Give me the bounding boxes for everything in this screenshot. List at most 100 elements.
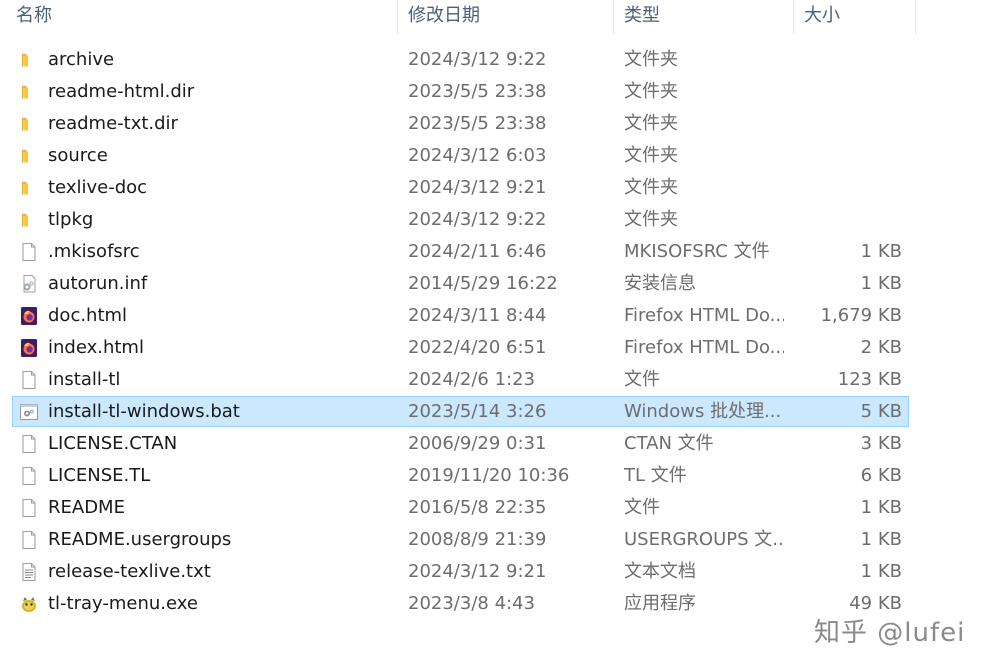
file-date-modified: 2024/3/12 9:22 — [408, 209, 547, 230]
file-size — [800, 172, 902, 204]
file-list-row[interactable]: release-texlive.txt 2024/3/12 9:21 文本文档 1 K… — [0, 556, 998, 588]
file-list-row[interactable]: archive 2024/3/12 9:22 文件夹 — [0, 44, 998, 76]
file-list-row[interactable]: LICENSE.CTAN 2006/9/29 0:31 CTAN 文件 3 KB — [0, 428, 998, 460]
file-size — [800, 44, 902, 76]
folder-icon — [19, 210, 39, 230]
setup-info-icon — [19, 274, 39, 294]
file-name: doc.html — [48, 305, 128, 326]
file-date-modified: 2008/8/9 21:39 — [408, 529, 547, 550]
file-name: readme-html.dir — [48, 81, 195, 102]
file-type: Windows 批处理... — [624, 401, 782, 422]
file-name: tl-tray-menu.exe — [48, 593, 198, 614]
column-header-name[interactable]: 名称 — [6, 0, 398, 34]
file-size: 1 KB — [860, 529, 902, 550]
file-type: MKISOFSRC 文件 — [624, 241, 770, 262]
column-header-date-modified[interactable]: 修改日期 — [398, 0, 614, 34]
file-date-modified: 2024/3/12 9:21 — [408, 177, 547, 198]
file-type: 文件夹 — [624, 177, 678, 198]
column-header-type[interactable]: 类型 — [614, 0, 794, 34]
folder-icon — [19, 82, 39, 102]
file-type: 文件夹 — [624, 113, 678, 134]
file-size: 1 KB — [860, 241, 902, 262]
file-size — [800, 108, 902, 140]
application-icon — [19, 594, 39, 614]
file-size: 1,679 KB — [820, 305, 902, 326]
file-type: CTAN 文件 — [624, 433, 714, 454]
column-header-size[interactable]: 大小 — [794, 0, 916, 34]
file-icon — [19, 370, 39, 390]
file-list-row[interactable]: README 2016/5/8 22:35 文件 1 KB — [0, 492, 998, 524]
file-size: 1 KB — [860, 561, 902, 582]
file-size — [800, 140, 902, 172]
column-header-bar: 名称 修改日期 类型 大小 — [0, 0, 916, 34]
file-name: .mkisofsrc — [48, 241, 140, 262]
file-type: Firefox HTML Do... — [624, 305, 784, 326]
file-type: USERGROUPS 文... — [624, 529, 784, 550]
file-list-row[interactable]: tlpkg 2024/3/12 9:22 文件夹 — [0, 204, 998, 236]
file-type: TL 文件 — [624, 465, 687, 486]
text-document-icon — [19, 562, 39, 582]
firefox-icon — [19, 338, 39, 358]
file-date-modified: 2024/2/6 1:23 — [408, 369, 535, 390]
file-name: install-tl — [48, 369, 121, 390]
file-size: 123 KB — [837, 369, 902, 390]
file-name: LICENSE.TL — [48, 465, 151, 486]
file-date-modified: 2016/5/8 22:35 — [408, 497, 547, 518]
file-date-modified: 2023/5/14 3:26 — [408, 401, 547, 422]
file-type: 安装信息 — [624, 273, 696, 294]
file-date-modified: 2006/9/29 0:31 — [408, 433, 547, 454]
file-list: archive 2024/3/12 9:22 文件夹 readme-html.dir 2… — [0, 44, 998, 620]
file-list-row[interactable]: readme-html.dir 2023/5/5 23:38 文件夹 — [0, 76, 998, 108]
file-date-modified: 2024/3/11 8:44 — [408, 305, 547, 326]
file-name: texlive-doc — [48, 177, 148, 198]
file-name: autorun.inf — [48, 273, 148, 294]
batch-file-icon — [19, 402, 39, 422]
file-explorer-window: 名称 修改日期 类型 大小 archive 2024/3/12 9:22 文件夹 re… — [0, 0, 998, 672]
file-date-modified: 2023/5/5 23:38 — [408, 113, 547, 134]
file-type: 文件夹 — [624, 145, 678, 166]
file-name: README — [48, 497, 125, 518]
file-type: 文件 — [624, 497, 660, 518]
file-size — [800, 76, 902, 108]
file-name: release-texlive.txt — [48, 561, 211, 582]
file-list-row[interactable]: index.html 2022/4/20 6:51 Firefox HTML Do.… — [0, 332, 998, 364]
file-list-row[interactable]: install-tl 2024/2/6 1:23 文件 123 KB — [0, 364, 998, 396]
file-list-row[interactable]: autorun.inf 2014/5/29 16:22 安装信息 1 KB — [0, 268, 998, 300]
file-name: tlpkg — [48, 209, 94, 230]
file-list-row[interactable]: texlive-doc 2024/3/12 9:21 文件夹 — [0, 172, 998, 204]
file-icon — [19, 242, 39, 262]
file-list-row[interactable]: README.usergroups 2008/8/9 21:39 USERGROUP… — [0, 524, 998, 556]
file-date-modified: 2024/3/12 6:03 — [408, 145, 547, 166]
file-date-modified: 2014/5/29 16:22 — [408, 273, 558, 294]
file-list-row[interactable]: source 2024/3/12 6:03 文件夹 — [0, 140, 998, 172]
file-list-row[interactable]: install-tl-windows.bat 2023/5/14 3:26 Wind… — [0, 396, 998, 428]
file-list-row[interactable]: LICENSE.TL 2019/11/20 10:36 TL 文件 6 KB — [0, 460, 998, 492]
folder-icon — [19, 146, 39, 166]
file-list-row[interactable]: doc.html 2024/3/11 8:44 Firefox HTML Do...… — [0, 300, 998, 332]
file-icon — [19, 466, 39, 486]
file-name: LICENSE.CTAN — [48, 433, 178, 454]
file-name: source — [48, 145, 108, 166]
file-size — [800, 204, 902, 236]
file-type: 文件夹 — [624, 49, 678, 70]
file-icon — [19, 530, 39, 550]
file-date-modified: 2022/4/20 6:51 — [408, 337, 547, 358]
file-type: 文件夹 — [624, 81, 678, 102]
file-type: 文件 — [624, 369, 660, 390]
file-type: 应用程序 — [624, 593, 696, 614]
file-icon — [19, 434, 39, 454]
file-name: index.html — [48, 337, 144, 358]
folder-icon — [19, 178, 39, 198]
file-size: 6 KB — [860, 465, 902, 486]
file-type: 文本文档 — [624, 561, 696, 582]
file-name: README.usergroups — [48, 529, 232, 550]
file-name: install-tl-windows.bat — [48, 401, 240, 422]
file-list-row[interactable]: .mkisofsrc 2024/2/11 6:46 MKISOFSRC 文件 1 KB — [0, 236, 998, 268]
file-date-modified: 2023/3/8 4:43 — [408, 593, 535, 614]
file-size: 5 KB — [860, 401, 902, 422]
file-name: archive — [48, 49, 115, 70]
firefox-icon — [19, 306, 39, 326]
file-list-row[interactable]: readme-txt.dir 2023/5/5 23:38 文件夹 — [0, 108, 998, 140]
file-size: 3 KB — [860, 433, 902, 454]
file-date-modified: 2023/5/5 23:38 — [408, 81, 547, 102]
